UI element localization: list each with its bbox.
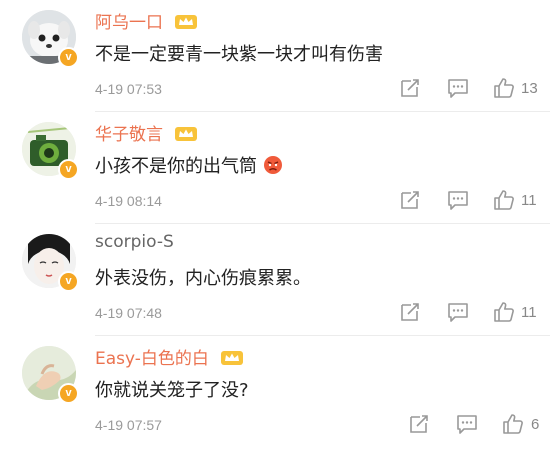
angry-face-emoji xyxy=(263,156,282,174)
like-count: 6 xyxy=(531,416,540,433)
thumbs-up-icon[interactable] xyxy=(492,76,516,100)
repost-icon[interactable] xyxy=(398,76,422,100)
comment-icon[interactable] xyxy=(446,300,470,324)
thumbs-up-icon[interactable] xyxy=(492,188,516,212)
repost-icon[interactable] xyxy=(407,412,431,436)
username[interactable]: 华子敬言 xyxy=(95,125,163,145)
comment-item: v 华子敬言 小孩不是你的出气筒 4-19 08:14 11 xyxy=(0,112,550,224)
comment-icon[interactable] xyxy=(455,412,479,436)
comment-text: 外表没伤，内心伤痕累累。 xyxy=(95,268,311,289)
thumbs-up-icon[interactable] xyxy=(501,412,525,436)
crown-member-icon xyxy=(175,15,198,29)
comment-text: 小孩不是你的出气筒 xyxy=(95,156,257,177)
comment-icon[interactable] xyxy=(446,188,470,212)
like-count: 13 xyxy=(521,80,538,97)
username[interactable]: Easy-白色的白 xyxy=(95,349,209,369)
comment-time: 4-19 08:14 xyxy=(95,193,162,209)
comment-item: v scorpio-S 外表没伤，内心伤痕累累。 4-19 07:48 11 xyxy=(0,224,550,336)
verified-badge-icon: v xyxy=(58,47,79,68)
verified-badge-icon: v xyxy=(58,271,79,292)
username[interactable]: 阿乌一口 xyxy=(95,13,163,33)
repost-icon[interactable] xyxy=(398,300,422,324)
username[interactable]: scorpio-S xyxy=(95,232,174,252)
crown-member-icon xyxy=(221,351,244,365)
crown-member-icon xyxy=(175,127,198,141)
like-count: 11 xyxy=(521,304,537,321)
thumbs-up-icon[interactable] xyxy=(492,300,516,324)
comment-time: 4-19 07:53 xyxy=(95,81,162,97)
comment-item: v Easy-白色的白 你就说关笼子了没? 4-19 07:57 6 xyxy=(0,336,550,449)
verified-badge-icon: v xyxy=(58,383,79,404)
comment-icon[interactable] xyxy=(446,76,470,100)
comment-item: v 阿乌一口 不是一定要青一块紫一块才叫有伤害 4-19 07:53 13 xyxy=(0,0,550,112)
verified-badge-icon: v xyxy=(58,159,79,180)
comment-time: 4-19 07:48 xyxy=(95,305,162,321)
like-count: 11 xyxy=(521,192,537,209)
comment-text: 你就说关笼子了没? xyxy=(95,380,249,401)
comment-text: 不是一定要青一块紫一块才叫有伤害 xyxy=(95,44,383,65)
comment-time: 4-19 07:57 xyxy=(95,417,162,433)
repost-icon[interactable] xyxy=(398,188,422,212)
